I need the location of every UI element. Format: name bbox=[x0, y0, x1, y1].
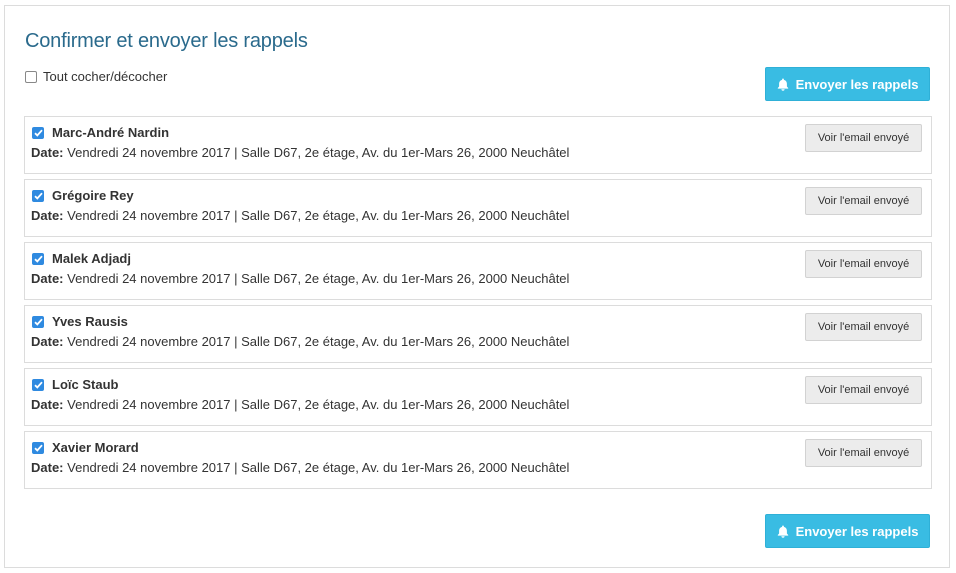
reminder-details: Date: Vendredi 24 novembre 2017 | Salle … bbox=[31, 334, 569, 349]
reminder-item: Yves Rausis Date: Vendredi 24 novembre 2… bbox=[24, 305, 932, 363]
reminder-checkbox[interactable] bbox=[32, 126, 44, 139]
toggle-all-label: Tout cocher/décocher bbox=[43, 69, 168, 84]
send-reminders-button-bottom[interactable]: Envoyer les rappels bbox=[765, 514, 930, 548]
view-email-button[interactable]: Voir l'email envoyé bbox=[805, 124, 922, 152]
date-details: Vendredi 24 novembre 2017 | Salle D67, 2… bbox=[67, 334, 570, 349]
view-email-button[interactable]: Voir l'email envoyé bbox=[805, 439, 922, 467]
reminder-details: Date: Vendredi 24 novembre 2017 | Salle … bbox=[31, 145, 569, 160]
view-email-button[interactable]: Voir l'email envoyé bbox=[805, 376, 922, 404]
toggle-all-checkbox-box[interactable] bbox=[25, 70, 37, 83]
checkmark-icon bbox=[33, 381, 43, 389]
bell-icon bbox=[777, 525, 789, 538]
recipient-name: Malek Adjadj bbox=[52, 251, 131, 266]
date-label: Date: bbox=[31, 334, 64, 349]
view-email-button[interactable]: Voir l'email envoyé bbox=[805, 313, 922, 341]
page-title: Confirmer et envoyer les rappels bbox=[25, 30, 308, 52]
date-details: Vendredi 24 novembre 2017 | Salle D67, 2… bbox=[67, 397, 570, 412]
reminder-details: Date: Vendredi 24 novembre 2017 | Salle … bbox=[31, 397, 569, 412]
date-label: Date: bbox=[31, 145, 64, 160]
reminders-panel: Confirmer et envoyer les rappels Tout co… bbox=[4, 5, 950, 568]
checkmark-icon bbox=[33, 129, 43, 137]
send-reminders-label: Envoyer les rappels bbox=[795, 523, 919, 539]
reminder-list: Marc-André Nardin Date: Vendredi 24 nove… bbox=[24, 116, 932, 494]
reminder-checkbox[interactable] bbox=[32, 252, 44, 265]
recipient-name: Grégoire Rey bbox=[52, 188, 134, 203]
reminder-item: Loïc Staub Date: Vendredi 24 novembre 20… bbox=[24, 368, 932, 426]
date-details: Vendredi 24 novembre 2017 | Salle D67, 2… bbox=[67, 271, 570, 286]
date-label: Date: bbox=[31, 397, 64, 412]
send-reminders-button-top[interactable]: Envoyer les rappels bbox=[765, 67, 930, 101]
date-details: Vendredi 24 novembre 2017 | Salle D67, 2… bbox=[67, 460, 570, 475]
reminder-item: Xavier Morard Date: Vendredi 24 novembre… bbox=[24, 431, 932, 489]
reminder-details: Date: Vendredi 24 novembre 2017 | Salle … bbox=[31, 460, 569, 475]
view-email-button[interactable]: Voir l'email envoyé bbox=[805, 250, 922, 278]
reminder-checkbox[interactable] bbox=[32, 315, 44, 328]
checkmark-icon bbox=[33, 444, 43, 452]
reminder-checkbox[interactable] bbox=[32, 189, 44, 202]
toggle-all-checkbox[interactable]: Tout cocher/décocher bbox=[25, 69, 167, 84]
checkmark-icon bbox=[33, 255, 43, 263]
reminder-item: Malek Adjadj Date: Vendredi 24 novembre … bbox=[24, 242, 932, 300]
view-email-button[interactable]: Voir l'email envoyé bbox=[805, 187, 922, 215]
reminder-item: Marc-André Nardin Date: Vendredi 24 nove… bbox=[24, 116, 932, 174]
recipient-name: Yves Rausis bbox=[52, 314, 128, 329]
checkmark-icon bbox=[33, 318, 43, 326]
recipient-name: Xavier Morard bbox=[52, 440, 139, 455]
reminder-checkbox[interactable] bbox=[32, 378, 44, 391]
recipient-name: Loïc Staub bbox=[52, 377, 119, 392]
reminder-details: Date: Vendredi 24 novembre 2017 | Salle … bbox=[31, 208, 569, 223]
bell-icon bbox=[777, 78, 789, 91]
recipient-name: Marc-André Nardin bbox=[52, 125, 170, 140]
date-details: Vendredi 24 novembre 2017 | Salle D67, 2… bbox=[67, 208, 570, 223]
reminder-details: Date: Vendredi 24 novembre 2017 | Salle … bbox=[31, 271, 569, 286]
date-label: Date: bbox=[31, 271, 64, 286]
reminder-item: Grégoire Rey Date: Vendredi 24 novembre … bbox=[24, 179, 932, 237]
send-reminders-label: Envoyer les rappels bbox=[795, 76, 919, 92]
date-details: Vendredi 24 novembre 2017 | Salle D67, 2… bbox=[67, 145, 570, 160]
date-label: Date: bbox=[31, 460, 64, 475]
checkmark-icon bbox=[33, 192, 43, 200]
reminder-checkbox[interactable] bbox=[32, 441, 44, 454]
date-label: Date: bbox=[31, 208, 64, 223]
